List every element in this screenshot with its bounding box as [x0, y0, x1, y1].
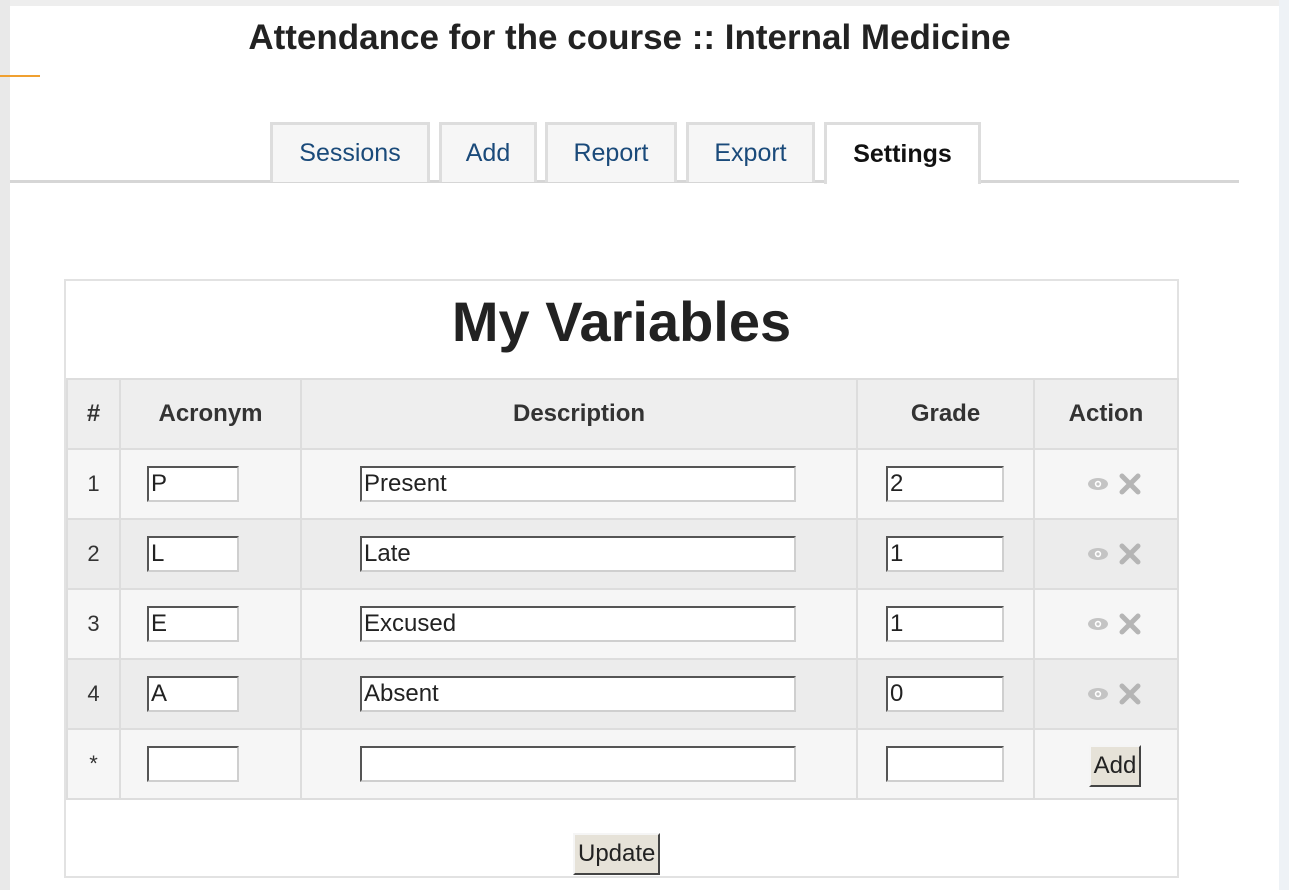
tab-add[interactable]: Add	[439, 122, 537, 182]
description-input[interactable]	[360, 466, 796, 502]
tab-sessions[interactable]: Sessions	[270, 122, 430, 182]
new-variable-row: * Add	[66, 728, 1179, 800]
tab-export[interactable]: Export	[686, 122, 815, 182]
action-cell	[1033, 518, 1179, 590]
row-number: 3	[66, 588, 121, 660]
add-variable-button[interactable]: Add	[1088, 745, 1142, 787]
row-number: 2	[66, 518, 121, 590]
new-acronym-input[interactable]	[147, 746, 239, 782]
tab-report[interactable]: Report	[545, 122, 677, 182]
description-cell	[300, 658, 858, 730]
action-cell: Add	[1033, 728, 1179, 800]
acronym-input[interactable]	[147, 606, 239, 642]
action-cell	[1033, 588, 1179, 660]
variables-table: # Acronym Description Grade Action 1 2	[66, 378, 1179, 800]
new-grade-input[interactable]	[886, 746, 1004, 782]
window-top-edge	[0, 0, 1289, 6]
column-header-action: Action	[1033, 378, 1179, 450]
eye-icon[interactable]	[1087, 617, 1109, 631]
description-input[interactable]	[360, 676, 796, 712]
panel-title: My Variables	[451, 290, 792, 353]
row-number: 1	[66, 448, 121, 520]
update-button[interactable]: Update	[573, 833, 661, 875]
grade-cell	[856, 448, 1035, 520]
table-row: 4	[66, 658, 1179, 730]
acronym-input[interactable]	[147, 536, 239, 572]
action-cell	[1033, 448, 1179, 520]
left-frame-accent	[0, 75, 40, 77]
description-input[interactable]	[360, 606, 796, 642]
tab-settings[interactable]: Settings	[824, 122, 981, 184]
close-icon[interactable]	[1119, 543, 1141, 565]
acronym-cell	[119, 728, 302, 800]
column-header-num: #	[66, 378, 121, 450]
description-cell	[300, 518, 858, 590]
variables-panel: My Variables # Acronym Description Grade…	[64, 279, 1179, 878]
acronym-cell	[119, 448, 302, 520]
grade-cell	[856, 658, 1035, 730]
grade-cell	[856, 518, 1035, 590]
grade-input[interactable]	[886, 536, 1004, 572]
column-header-acronym: Acronym	[119, 378, 302, 450]
acronym-input[interactable]	[147, 466, 239, 502]
grade-input[interactable]	[886, 676, 1004, 712]
description-input[interactable]	[360, 536, 796, 572]
table-row: 2	[66, 518, 1179, 590]
action-cell	[1033, 658, 1179, 730]
acronym-input[interactable]	[147, 676, 239, 712]
eye-icon[interactable]	[1087, 687, 1109, 701]
right-scroll-gutter	[1279, 0, 1289, 890]
acronym-cell	[119, 588, 302, 660]
table-header-row: # Acronym Description Grade Action	[66, 378, 1179, 450]
description-cell	[300, 728, 858, 800]
description-cell	[300, 588, 858, 660]
close-icon[interactable]	[1119, 613, 1141, 635]
grade-input[interactable]	[886, 466, 1004, 502]
acronym-cell	[119, 658, 302, 730]
row-number: 4	[66, 658, 121, 730]
description-cell	[300, 448, 858, 520]
eye-icon[interactable]	[1087, 477, 1109, 491]
left-frame	[0, 0, 10, 890]
close-icon[interactable]	[1119, 473, 1141, 495]
column-header-description: Description	[300, 378, 858, 450]
close-icon[interactable]	[1119, 683, 1141, 705]
new-description-input[interactable]	[360, 746, 796, 782]
eye-icon[interactable]	[1087, 547, 1109, 561]
table-row: 3	[66, 588, 1179, 660]
column-header-grade: Grade	[856, 378, 1035, 450]
acronym-cell	[119, 518, 302, 590]
grade-input[interactable]	[886, 606, 1004, 642]
new-row-marker: *	[66, 728, 121, 800]
grade-cell	[856, 588, 1035, 660]
grade-cell	[856, 728, 1035, 800]
page-title: Attendance for the course :: Internal Me…	[248, 18, 1011, 57]
table-row: 1	[66, 448, 1179, 520]
